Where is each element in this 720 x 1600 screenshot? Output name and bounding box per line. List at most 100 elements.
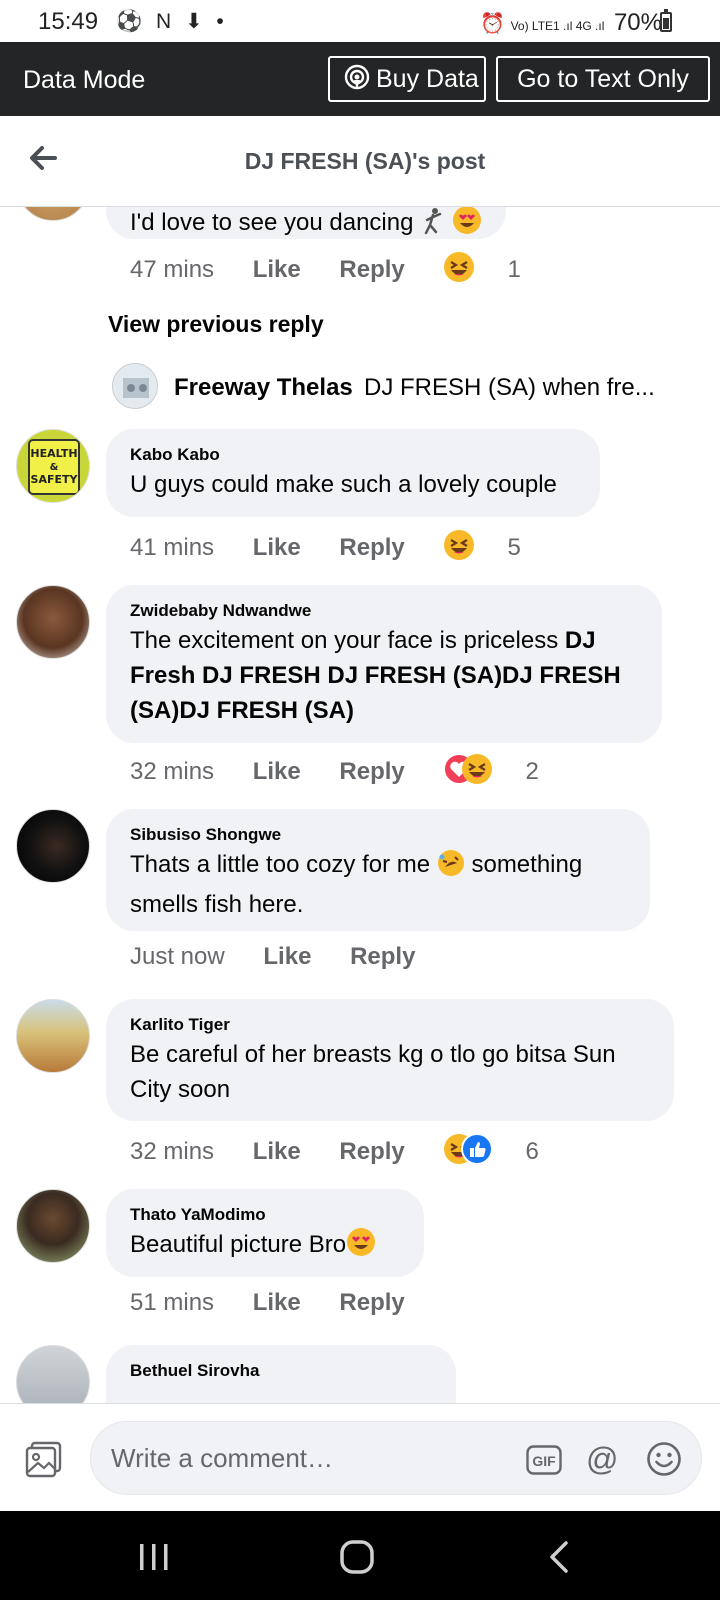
home-icon[interactable] (339, 1539, 375, 1580)
comment-author[interactable]: Kabo Kabo (130, 443, 576, 467)
haha-reaction-icon[interactable] (461, 753, 493, 792)
comment-text-plain: Beautiful picture Bro (130, 1231, 347, 1258)
comment-author[interactable]: Thato YaModimo (130, 1203, 400, 1227)
data-mode-bar: Data Mode Buy Data Go to Text Only (0, 42, 720, 116)
reaction-count: 5 (507, 534, 521, 561)
photo-icon[interactable] (24, 1439, 64, 1484)
comment-author[interactable]: Bethuel Sirovha (130, 1359, 432, 1383)
status-time: 15:49 (38, 8, 99, 35)
like-button[interactable]: Like (253, 1289, 301, 1316)
reaction-count: 1 (507, 256, 521, 283)
dancer-emoji (418, 207, 448, 240)
comment-bubble: Zwidebaby Ndwandwe The excitement on you… (106, 585, 662, 743)
comment-bubble: Karlito Tiger Be careful of her breasts … (106, 999, 674, 1121)
reply-button[interactable]: Reply (339, 1138, 404, 1165)
buy-data-button[interactable]: Buy Data (328, 56, 486, 102)
back-nav-icon[interactable] (548, 1541, 570, 1578)
rofl-emoji (437, 849, 465, 887)
reply-text: DJ FRESH (SA) when fre... (364, 374, 655, 401)
comment-author[interactable]: Zwidebaby Ndwandwe (130, 599, 638, 623)
avatar[interactable] (16, 809, 90, 883)
haha-reaction-icon[interactable] (443, 251, 475, 290)
svg-text:SAFETY: SAFETY (31, 473, 79, 486)
comment-meta: 32 mins Like Reply 6 (130, 1133, 539, 1172)
avatar[interactable] (16, 207, 90, 221)
comment-bubble: Bethuel Sirovha (106, 1345, 456, 1403)
comment-meta: 41 mins Like Reply 5 (130, 529, 521, 568)
comment-time: Just now (130, 943, 225, 970)
battery-icon (660, 12, 672, 32)
comment-time: 47 mins (130, 256, 215, 283)
buy-data-label: Buy Data (376, 65, 479, 93)
avatar[interactable] (16, 585, 90, 659)
svg-text:HEALTH: HEALTH (30, 447, 77, 460)
comment-bubble: Thato YaModimo Beautiful picture Bro (106, 1189, 424, 1277)
haha-reaction-icon[interactable] (443, 529, 475, 568)
comment-text: U guys could make such a lovely couple (130, 471, 557, 498)
comment-time: 41 mins (130, 534, 215, 561)
avatar[interactable] (112, 363, 158, 409)
like-button[interactable]: Like (253, 758, 301, 785)
recent-apps-icon[interactable] (138, 1543, 170, 1576)
comment-text: Thats a little too cozy for me something… (130, 847, 626, 922)
smiley-icon[interactable] (646, 1441, 682, 1482)
avatar[interactable] (16, 999, 90, 1073)
like-button[interactable]: Like (253, 256, 301, 283)
comment-meta: 51 mins Like Reply (130, 1289, 437, 1317)
battery-percent: 70% (613, 9, 662, 36)
heart-eyes-emoji (346, 1227, 376, 1267)
network-signal: Vo) LTE1 .ıl 4G .ıl (510, 19, 605, 33)
comment-bubble: Sibusiso Shongwe Thats a little too cozy… (106, 809, 650, 931)
view-previous-reply-link[interactable]: View previous reply (108, 311, 324, 338)
heart-eyes-emoji (452, 207, 482, 240)
notification-icons: ⚽ N ⬇ • (116, 10, 228, 33)
like-button[interactable]: Like (253, 534, 301, 561)
comment-text: The excitement on your face is priceless… (130, 623, 638, 728)
at-icon[interactable]: @ (586, 1441, 618, 1478)
gif-label: GIF (532, 1453, 556, 1469)
podcast-icon (344, 61, 370, 103)
comment-text: Beautiful picture Bro (130, 1227, 400, 1267)
comment-text-start: Thats a little too cozy for me (130, 851, 437, 878)
comment-bubble: Kabo Kabo U guys could make such a lovel… (106, 429, 600, 517)
reply-button[interactable]: Reply (339, 534, 404, 561)
data-mode-title: Data Mode (23, 66, 146, 94)
go-to-text-only-button[interactable]: Go to Text Only (496, 56, 710, 102)
like-button[interactable]: Like (263, 943, 311, 970)
comment-time: 32 mins (130, 1138, 215, 1165)
reply-button[interactable]: Reply (350, 943, 415, 970)
comment-time: 32 mins (130, 758, 215, 785)
comment-bubble: I'd love to see you dancing (106, 207, 507, 240)
reply-preview[interactable]: Freeway Thelas DJ FRESH (SA) when fre... (112, 363, 712, 411)
page-title: DJ FRESH (SA)'s post (244, 148, 486, 174)
alarm-icon: ⏰ (480, 13, 511, 35)
comment-meta: Just now Like Reply (130, 943, 447, 971)
comment-text-plain: The excitement on your face is priceless (130, 627, 565, 654)
like-reaction-icon[interactable] (461, 1133, 494, 1172)
gif-icon[interactable]: GIF (526, 1445, 562, 1480)
comment-time: 51 mins (130, 1289, 215, 1316)
reply-author[interactable]: Freeway Thelas (174, 374, 353, 402)
comment-composer: GIF @ (0, 1403, 720, 1511)
comments-feed[interactable]: I'd love to see you dancing 47 mins Like… (0, 207, 720, 1403)
system-navigation-bar (0, 1511, 720, 1600)
comment-author[interactable]: Karlito Tiger (130, 1013, 650, 1037)
svg-text:&: & (50, 462, 59, 473)
avatar[interactable]: HEALTH & SAFETY (16, 429, 90, 503)
network-indicators: ⏰ Vo) LTE1 .ıl 4G .ıl 70% (480, 9, 662, 37)
reaction-count: 2 (525, 758, 539, 785)
reply-button[interactable]: Reply (339, 256, 404, 283)
comment-text: Be careful of her breasts kg o tlo go bi… (130, 1041, 616, 1103)
like-button[interactable]: Like (253, 1138, 301, 1165)
comment-meta: 32 mins Like Reply 2 (130, 753, 539, 792)
reply-button[interactable]: Reply (339, 1289, 404, 1316)
status-bar: 15:49 ⚽ N ⬇ • ⏰ Vo) LTE1 .ıl 4G .ıl 70% (0, 0, 720, 42)
comment-meta: 47 mins Like Reply 1 (130, 251, 521, 290)
reaction-count: 6 (525, 1138, 539, 1165)
post-header: DJ FRESH (SA)'s post (0, 116, 720, 207)
avatar[interactable] (16, 1189, 90, 1263)
avatar[interactable] (16, 1345, 90, 1403)
reply-button[interactable]: Reply (339, 758, 404, 785)
comment-author[interactable]: Sibusiso Shongwe (130, 823, 626, 847)
comment-text: I'd love to see you dancing (130, 209, 414, 236)
